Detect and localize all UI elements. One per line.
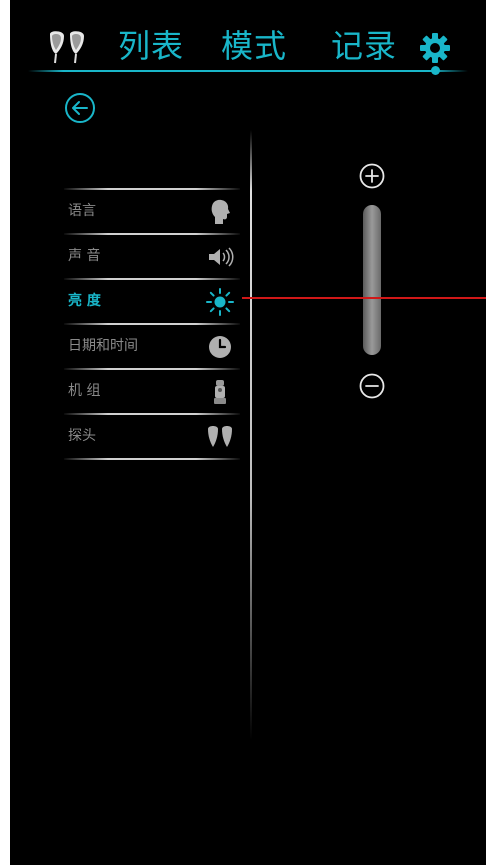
menu-item-label: 声 音 (68, 248, 101, 264)
brightness-indicator-line (242, 297, 486, 299)
menu-item-label: 机 组 (68, 383, 101, 399)
menu-item-label: 日期和时间 (68, 338, 138, 354)
active-tab-indicator (431, 66, 440, 75)
top-bar: 列表 模式 记录 (10, 0, 486, 80)
brightness-slider[interactable] (363, 205, 381, 355)
device-unit-icon (214, 380, 226, 404)
arrow-left-circle-icon[interactable] (64, 92, 96, 124)
sun-icon (206, 288, 234, 316)
panel-divider (250, 130, 252, 740)
plus-circle-icon[interactable] (359, 163, 385, 189)
speaker-icon (209, 247, 234, 267)
settings-menu: 语言 声 音 亮 度 日期和时间 机 组 探头 (64, 188, 240, 460)
menu-item-sound[interactable]: 声 音 (64, 235, 240, 278)
menu-item-label: 语言 (68, 203, 96, 219)
tab-mode[interactable]: 模式 (221, 26, 287, 66)
menu-item-brightness[interactable]: 亮 度 (64, 280, 240, 323)
minus-circle-icon[interactable] (359, 373, 385, 399)
gear-icon[interactable] (419, 32, 451, 64)
menu-item-probe[interactable]: 探头 (64, 415, 240, 458)
earpiece-probe-icon (208, 426, 232, 447)
tab-list[interactable]: 列表 (118, 26, 184, 66)
app-screen: 列表 模式 记录 语言 声 音 亮 度 日期和时间 机 组 探头 (10, 0, 486, 865)
clock-icon (209, 336, 231, 358)
tab-underline (28, 70, 468, 72)
menu-item-unit[interactable]: 机 组 (64, 370, 240, 413)
menu-item-label: 探头 (68, 428, 96, 444)
menu-item-label: 亮 度 (68, 293, 101, 309)
menu-item-date-time[interactable]: 日期和时间 (64, 325, 240, 368)
tab-record[interactable]: 记录 (331, 26, 397, 66)
menu-divider (64, 458, 240, 460)
menu-item-language[interactable]: 语言 (64, 190, 240, 233)
earphones-icon (50, 31, 84, 64)
head-profile-icon (211, 199, 230, 224)
